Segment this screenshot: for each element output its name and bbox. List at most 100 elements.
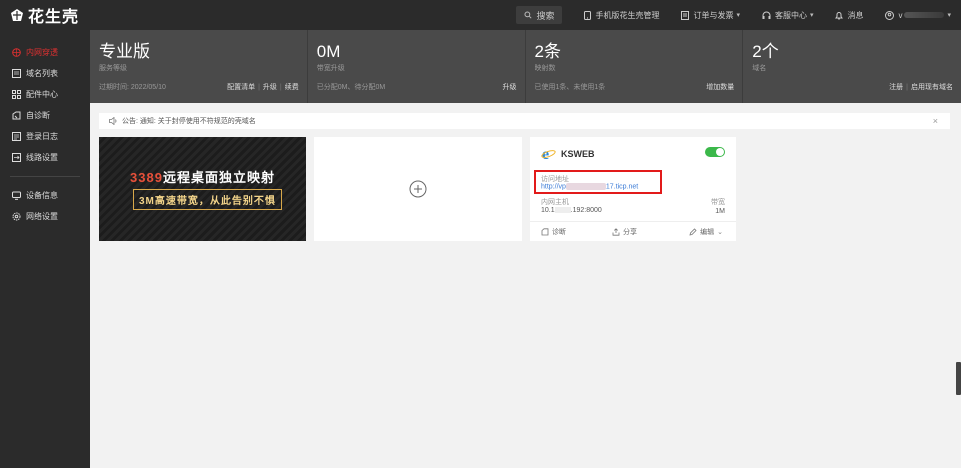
support-menu[interactable]: 客服中心 ▾ xyxy=(762,10,814,21)
search-button[interactable]: 搜索 xyxy=(516,6,563,24)
speaker-icon xyxy=(109,117,117,125)
highlight-box xyxy=(534,170,662,194)
sidebar-item-intranet[interactable]: 内网穿透 xyxy=(0,42,90,63)
plus-circle-icon xyxy=(409,180,427,198)
enable-existing-domain-link[interactable]: 启用现有域名 xyxy=(911,84,953,91)
sidebar-item-accessories[interactable]: 配件中心 xyxy=(0,84,90,105)
network-icon xyxy=(12,48,21,57)
chevron-down-icon: ⌄ xyxy=(717,228,723,236)
diagnose-icon xyxy=(12,111,21,120)
top-bar: 花生壳 搜索 手机版花生壳管理 订单与发票 ▾ 客服中心 ▾ 消息 v ▾ xyxy=(0,0,961,30)
user-name: v xyxy=(898,10,903,20)
stat-label: 映射数 xyxy=(534,65,556,72)
redacted-segment xyxy=(554,207,571,214)
internal-host-label: 内网主机 xyxy=(541,199,569,206)
announcement-text[interactable]: 公告: 通知: 关于封停使用不符规范的壳域名 xyxy=(122,116,256,126)
orders-menu[interactable]: 订单与发票 ▾ xyxy=(681,10,740,21)
bandwidth-alloc-text: 已分配0M、待分配0M xyxy=(316,84,386,91)
scrollbar-handle[interactable] xyxy=(956,362,961,395)
list-icon xyxy=(12,69,21,78)
stat-value: 2个 xyxy=(752,42,779,61)
announcement-bar: 公告: 通知: 关于封停使用不符规范的壳域名 × xyxy=(99,113,950,129)
headset-icon xyxy=(762,11,771,19)
messages-link[interactable]: 消息 xyxy=(835,10,863,21)
bell-icon xyxy=(835,11,844,19)
sidebar-item-line-settings[interactable]: 线路设置 xyxy=(0,147,90,168)
user-avatar-icon xyxy=(885,10,895,20)
edit-menu[interactable]: 编辑 ⌄ xyxy=(689,227,723,237)
sidebar-item-diagnose[interactable]: 自诊断 xyxy=(0,105,90,126)
mobile-icon xyxy=(584,10,592,20)
mapping-actions: 诊断 分享 编辑 ⌄ xyxy=(530,221,736,241)
bandwidth-value: 1M xyxy=(715,208,725,215)
stat-value: 0M xyxy=(316,42,341,61)
sidebar-item-label: 登录日志 xyxy=(26,132,58,141)
register-link[interactable]: 注册 xyxy=(889,84,903,91)
stat-label: 域名 xyxy=(752,65,767,72)
sidebar-item-device-info[interactable]: 设备信息 xyxy=(0,185,90,206)
stat-bandwidth: 0M 带宽升级 已分配0M、待分配0M 升级 xyxy=(308,30,526,103)
bandwidth-upgrade-link[interactable]: 升级 xyxy=(503,84,517,91)
sidebar-divider xyxy=(10,176,80,177)
close-icon[interactable]: × xyxy=(933,116,938,126)
expiry-text: 过期时间: 2022/05/10 xyxy=(99,84,166,91)
mapping-name: KSWEB xyxy=(561,148,595,159)
sidebar-item-label: 域名列表 xyxy=(26,69,58,78)
stat-service-level: 专业版 服务等级 过期时间: 2022/05/10 配置清单 | 升级 | 续费 xyxy=(90,30,308,103)
sidebar-item-network-settings[interactable]: 网络设置 xyxy=(0,206,90,227)
redacted-username xyxy=(904,12,945,18)
sidebar-item-login-log[interactable]: 登录日志 xyxy=(0,126,90,147)
sidebar-item-label: 内网穿透 xyxy=(26,48,58,57)
orders-label: 订单与发票 xyxy=(693,10,734,20)
gear-icon xyxy=(12,212,21,221)
stat-domains: 2个 域名 注册 | 启用现有域名 xyxy=(743,30,961,103)
messages-label: 消息 xyxy=(847,10,864,20)
logo-icon xyxy=(11,9,23,21)
sidebar-item-label: 设备信息 xyxy=(26,191,58,200)
diagnose-button[interactable]: 诊断 xyxy=(541,227,566,237)
sidebar-item-label: 自诊断 xyxy=(26,111,50,120)
mapping-usage-text: 已使用1条、未使用1条 xyxy=(534,84,606,91)
stat-label: 带宽升级 xyxy=(316,65,345,72)
search-icon xyxy=(524,11,532,19)
share-button[interactable]: 分享 xyxy=(612,227,637,237)
stats-band: 专业版 服务等级 过期时间: 2022/05/10 配置清单 | 升级 | 续费 0M … xyxy=(90,30,961,103)
banner-subline: 3M高速带宽，从此告别不惧 xyxy=(133,189,282,210)
renew-link[interactable]: 续费 xyxy=(285,84,299,91)
stat-mappings: 2条 映射数 已使用1条、未使用1条 增加数量 xyxy=(526,30,744,103)
device-icon xyxy=(12,191,21,200)
chevron-down-icon: ▾ xyxy=(809,12,814,19)
mobile-manage-label: 手机版花生壳管理 xyxy=(595,10,660,20)
document-icon xyxy=(681,10,690,20)
chevron-down-icon: ▾ xyxy=(736,12,740,19)
bandwidth-label: 带宽 xyxy=(711,199,725,206)
sidebar-item-label: 线路设置 xyxy=(26,153,58,162)
stat-value: 专业版 xyxy=(99,42,150,61)
route-icon xyxy=(12,153,21,162)
user-menu[interactable]: v ▾ xyxy=(885,10,951,20)
brand-name: 花生壳 xyxy=(28,9,80,26)
support-label: 客服中心 xyxy=(774,10,807,20)
sidebar-item-label: 配件中心 xyxy=(26,90,58,99)
stat-label: 服务等级 xyxy=(99,65,127,72)
promo-banner[interactable]: 3389远程桌面独立映射 3M高速带宽，从此告别不惧 xyxy=(99,137,306,241)
grid-icon xyxy=(12,90,21,99)
mobile-manage-link[interactable]: 手机版花生壳管理 xyxy=(584,10,659,21)
config-list-link[interactable]: 配置清单 xyxy=(227,84,255,91)
brand-logo[interactable]: 花生壳 xyxy=(0,3,90,27)
log-icon xyxy=(12,132,21,141)
add-mapping-card[interactable] xyxy=(314,137,522,241)
diagnose-icon xyxy=(541,227,549,235)
pencil-icon xyxy=(689,227,697,236)
sidebar-item-domains[interactable]: 域名列表 xyxy=(0,63,90,84)
banner-headline: 3389远程桌面独立映射 xyxy=(130,170,275,185)
internal-host-value: 10.1.192:8000 xyxy=(541,207,602,214)
search-label: 搜索 xyxy=(536,10,555,21)
sidebar-item-label: 网络设置 xyxy=(26,212,58,221)
upgrade-link[interactable]: 升级 xyxy=(263,84,277,91)
add-quantity-link[interactable]: 增加数量 xyxy=(706,84,734,91)
stat-value: 2条 xyxy=(534,42,561,61)
sidebar: 内网穿透 域名列表 配件中心 自诊断 登录日志 线路设置 设备信息 网络设置 xyxy=(0,30,90,468)
mapping-toggle[interactable] xyxy=(705,147,725,157)
mapping-card: e KSWEB 访问地址 http://vp 17.ticp.net 内网主机 1… xyxy=(530,137,736,241)
